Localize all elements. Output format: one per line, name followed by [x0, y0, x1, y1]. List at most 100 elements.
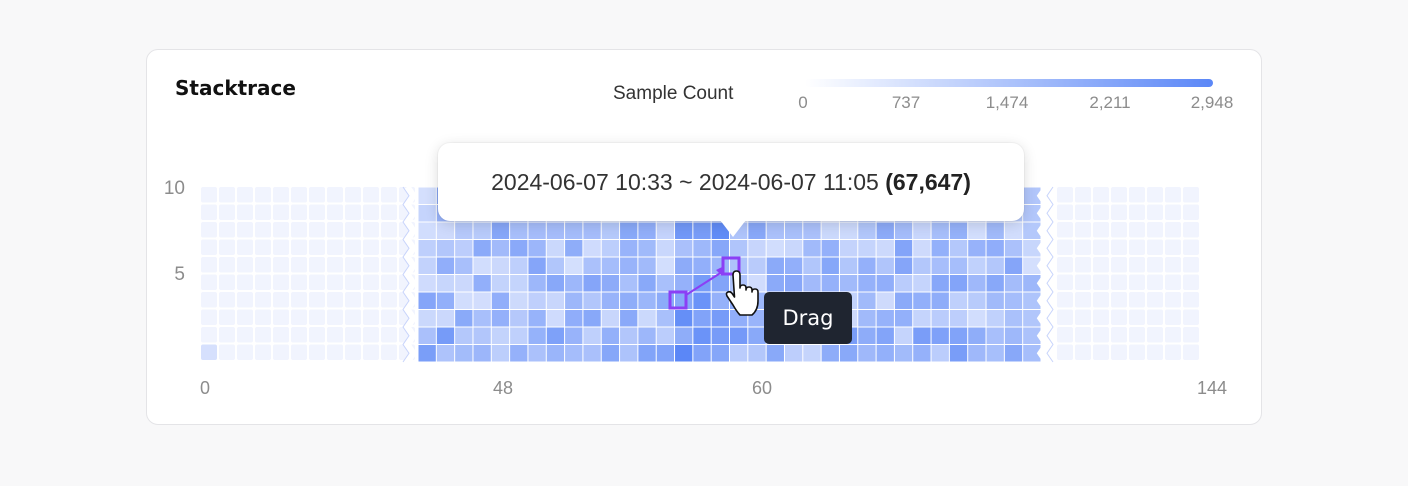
heatmap-cell [1183, 292, 1199, 308]
x-tick-label: 0 [200, 378, 210, 398]
heatmap-cell [491, 310, 510, 327]
heatmap-cell [1129, 187, 1145, 203]
heatmap-cell [1075, 239, 1091, 255]
heatmap-cell [510, 240, 528, 257]
heatmap-cell [1147, 327, 1163, 343]
heatmap-cell [455, 345, 473, 362]
heatmap-cell [1093, 239, 1109, 255]
heatmap-cell [455, 292, 473, 309]
heatmap-cell [309, 257, 325, 273]
tooltip-range: 2024-06-07 10:33 ~ 2024-06-07 11:05 [491, 169, 879, 195]
heatmap-cell [309, 292, 325, 308]
heatmap-cell [949, 327, 968, 344]
heatmap-cell [821, 257, 839, 274]
heatmap-cell [1093, 292, 1109, 308]
heatmap-cell [1183, 222, 1199, 238]
heatmap-cell [1165, 274, 1181, 290]
heatmap-cell [766, 222, 784, 239]
heatmap-cell [510, 292, 528, 309]
heatmap-cell [730, 327, 748, 344]
heatmap-cell [601, 310, 620, 327]
heatmap-cell [858, 222, 876, 239]
heatmap-cell [1183, 309, 1199, 325]
heatmap-cell [1165, 309, 1181, 325]
heatmap-cell [418, 222, 436, 239]
heatmap-cell [291, 239, 307, 255]
heatmap-cell [1183, 204, 1199, 220]
heatmap-cell [711, 310, 729, 327]
heatmap-cell [381, 327, 397, 343]
heatmap-cell [968, 345, 986, 362]
heatmap-cell [766, 275, 784, 292]
heatmap-cell [638, 257, 656, 274]
heatmap-cell [1093, 187, 1109, 203]
heatmap-cell [601, 345, 620, 362]
heatmap-cell [491, 240, 510, 257]
heatmap-cell [565, 240, 583, 257]
heatmap-cell [255, 292, 271, 308]
heatmap-cell [894, 292, 913, 309]
axis-break-right [1036, 185, 1052, 364]
heatmap-cell [949, 257, 968, 274]
heatmap-cell [201, 204, 217, 220]
heatmap-cell [273, 292, 289, 308]
heatmap-cell [583, 345, 601, 362]
heatmap-cell [876, 222, 894, 239]
heatmap-cell [273, 204, 289, 220]
heatmap-cell [255, 257, 271, 273]
heatmap-cell [528, 240, 546, 257]
heatmap-cell [255, 309, 271, 325]
heatmap-cell [1147, 309, 1163, 325]
heatmap-cell [418, 345, 436, 362]
heatmap-cell [219, 327, 235, 343]
heatmap-cell [711, 240, 729, 257]
heatmap-cell [784, 257, 803, 274]
heatmap-cell [309, 274, 325, 290]
heatmap-cell [949, 310, 968, 327]
heatmap-cell [510, 310, 528, 327]
heatmap-cell [693, 292, 711, 309]
heatmap-cell [363, 292, 379, 308]
heatmap-cell [418, 257, 436, 274]
heatmap-cell [913, 292, 931, 309]
heatmap-cell [237, 327, 253, 343]
heatmap-cell [620, 327, 638, 344]
heatmap-cell [436, 240, 455, 257]
heatmap-cell [949, 275, 968, 292]
heatmap-cell [986, 310, 1004, 327]
heatmap-cell [1111, 327, 1127, 343]
heatmap-cell [1057, 327, 1073, 343]
heatmap-cell [1075, 327, 1091, 343]
heatmap-cell [291, 309, 307, 325]
heatmap-cell [1111, 187, 1127, 203]
heatmap-cell [418, 240, 436, 257]
heatmap-cell [1004, 257, 1023, 274]
heatmap-cell [821, 222, 839, 239]
heatmap-cell [601, 240, 620, 257]
heatmap-cell [473, 222, 491, 239]
heatmap-cell [345, 292, 361, 308]
heatmap-cell [510, 275, 528, 292]
heatmap-cell [201, 292, 217, 308]
heatmap-cell [583, 292, 601, 309]
x-tick-label: 60 [752, 378, 772, 398]
heatmap-cell [363, 344, 379, 360]
heatmap-cell [675, 240, 693, 257]
heatmap-cell [381, 309, 397, 325]
heatmap-cell [219, 187, 235, 203]
heatmap-cell [1147, 257, 1163, 273]
heatmap-cell [255, 274, 271, 290]
heatmap-cell [473, 275, 491, 292]
heatmap-cell [219, 222, 235, 238]
heatmap-cell [1183, 187, 1199, 203]
heatmap-cell [583, 257, 601, 274]
heatmap-cell [858, 292, 876, 309]
heatmap-cell [876, 275, 894, 292]
heatmap-cell [273, 257, 289, 273]
heatmap-chart[interactable]: 10 5 0 48 60 144 [0, 0, 1408, 486]
heatmap-cell [968, 292, 986, 309]
heatmap-cell [803, 275, 821, 292]
heatmap-cell [931, 222, 949, 239]
heatmap-cell [381, 292, 397, 308]
heatmap-cell [455, 240, 473, 257]
